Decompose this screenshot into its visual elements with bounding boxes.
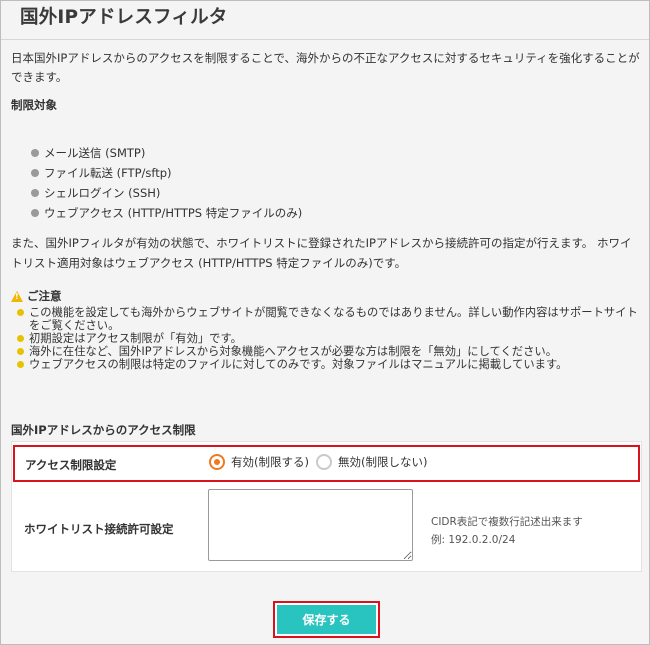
list-item: メール送信 (SMTP) <box>31 143 302 163</box>
radio-unselected-icon[interactable] <box>316 454 332 470</box>
bullet-icon <box>17 335 24 342</box>
radio-enabled[interactable]: 有効(制限する) <box>209 454 309 470</box>
list-item: シェルログイン (SSH) <box>31 183 302 203</box>
bullet-icon <box>31 169 39 177</box>
caution-heading: ご注意 <box>11 288 62 304</box>
list-item: ウェブアクセス (HTTP/HTTPS 特定ファイルのみ) <box>31 203 302 223</box>
whitelist-label: ホワイトリスト接続許可設定 <box>24 522 174 536</box>
list-item: ウェブアクセスの制限は特定のファイルに対してのみです。対象ファイルはマニュアルに… <box>15 358 641 371</box>
caution-list: この機能を設定しても海外からウェブサイトが閲覧できなくなるものではありません。詳… <box>15 306 641 371</box>
list-item: 海外に在住など、国外IPアドレスから対象機能へアクセスが必要な方は制限を「無効」… <box>15 345 641 358</box>
save-button-highlight: 保存する <box>273 601 380 638</box>
whitelist-hint: CIDR表記で複数行記述出来ます 例: 192.0.2.0/24 <box>431 516 583 546</box>
intro-text: 日本国外IPアドレスからのアクセスを制限することで、海外からの不正なアクセスに対… <box>11 51 640 84</box>
access-restriction-row: アクセス制限設定 有効(制限する) 無効(制限しない) <box>13 445 640 482</box>
save-button[interactable]: 保存する <box>277 605 376 634</box>
bullet-icon <box>31 209 39 217</box>
bullet-icon <box>17 348 24 355</box>
bullet-icon <box>31 149 39 157</box>
radio-disabled[interactable]: 無効(制限しない) <box>316 454 427 470</box>
list-item: この機能を設定しても海外からウェブサイトが閲覧できなくなるものではありません。詳… <box>15 306 641 332</box>
bullet-icon <box>17 361 24 368</box>
list-item: 初期設定はアクセス制限が「有効」です。 <box>15 332 641 345</box>
list-item: ファイル転送 (FTP/sftp) <box>31 163 302 183</box>
targets-list: メール送信 (SMTP) ファイル転送 (FTP/sftp) シェルログイン (… <box>31 143 302 223</box>
bullet-icon <box>31 189 39 197</box>
targets-label: 制限対象 <box>11 98 57 112</box>
section-title: 国外IPアドレスからのアクセス制限 <box>11 423 196 437</box>
whitelist-input[interactable] <box>208 489 413 561</box>
bullet-icon <box>17 309 24 316</box>
access-label: アクセス制限設定 <box>25 458 117 472</box>
title-divider <box>1 39 649 40</box>
radio-selected-icon[interactable] <box>209 454 225 470</box>
warning-icon <box>11 290 23 302</box>
page-title: 国外IPアドレスフィルタ <box>20 7 228 28</box>
whitelist-note: また、国外IPフィルタが有効の状態で、ホワイトリストに登録されたIPアドレスから… <box>11 236 632 270</box>
